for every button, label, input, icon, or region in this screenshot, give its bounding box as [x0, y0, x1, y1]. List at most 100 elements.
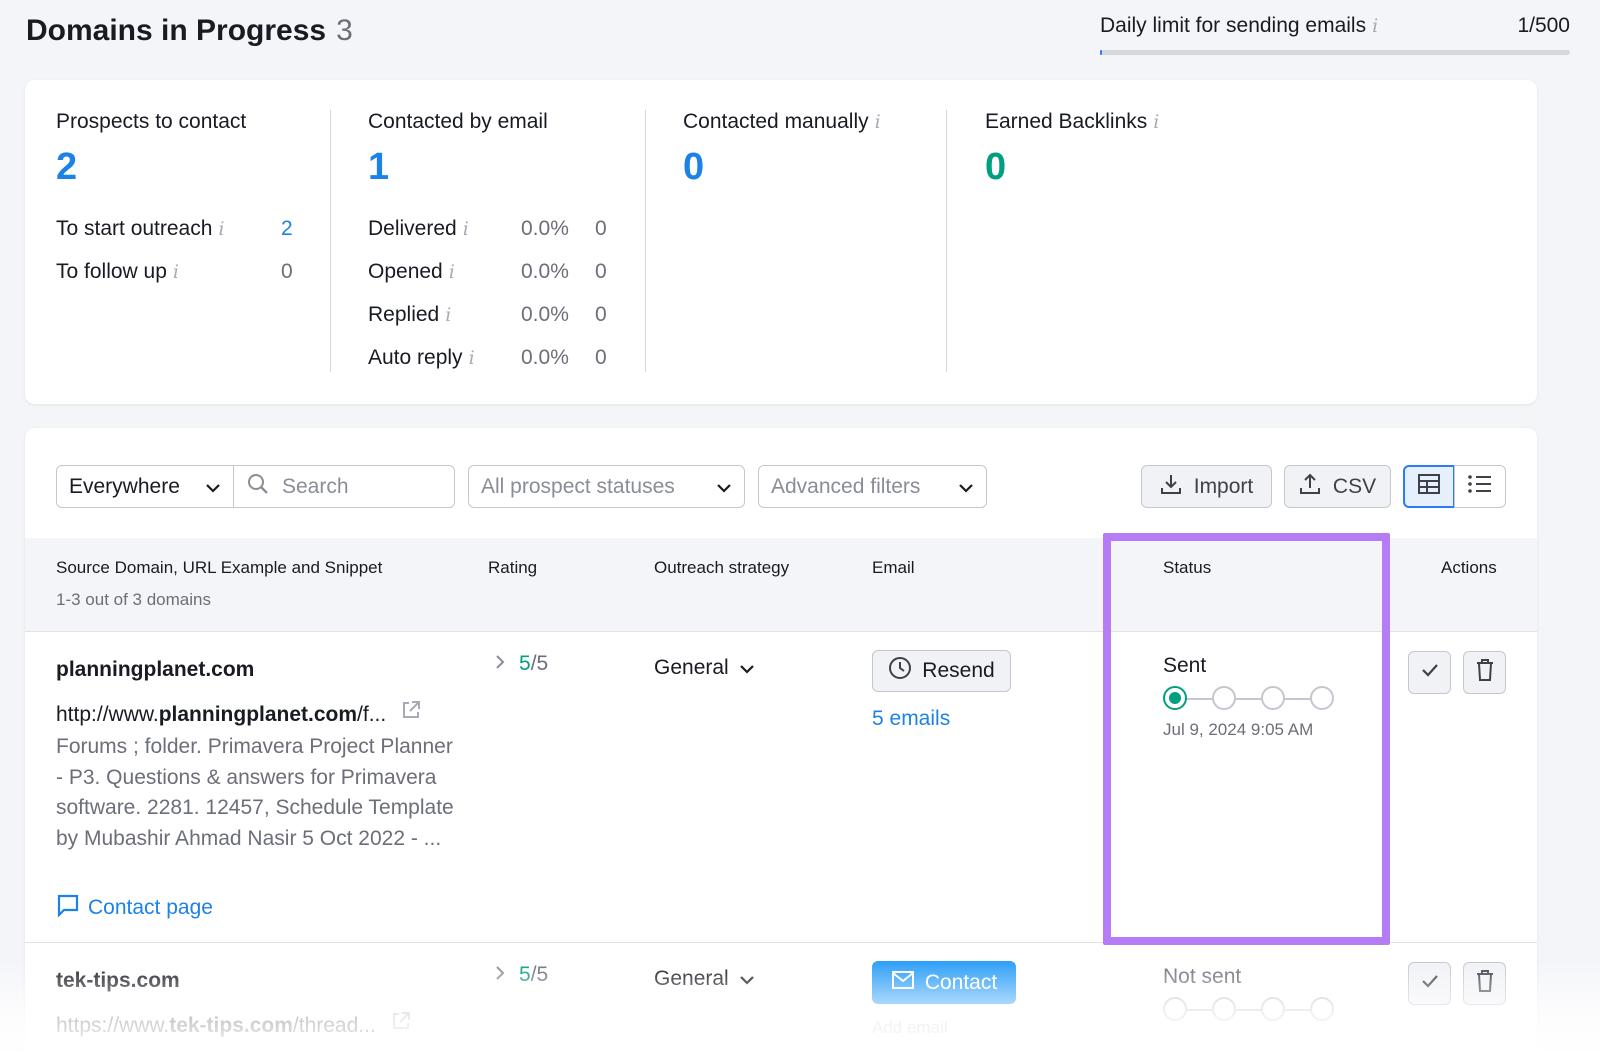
status-date: Jul 9, 2024 9:05 AM [1163, 720, 1314, 739]
search-input[interactable]: Search [233, 465, 455, 508]
scope-select[interactable]: Everywhere [56, 465, 234, 508]
stat-row-pct: 0.0% [521, 260, 569, 283]
contact-label: Contact [924, 970, 998, 994]
info-icon[interactable]: i [1153, 111, 1159, 133]
info-icon[interactable]: i [449, 261, 455, 283]
delete-button[interactable] [1463, 651, 1506, 694]
column-header-email[interactable]: Email [872, 558, 915, 578]
emails-link[interactable]: 5 emails [872, 707, 950, 731]
list-view-button[interactable] [1454, 465, 1506, 508]
strategy-select[interactable]: General [654, 656, 755, 680]
backlinks-stat: Earned Backlinks i 0 [985, 110, 1159, 189]
info-icon[interactable]: i [469, 347, 475, 369]
page-title-text: Domains in Progress [26, 14, 327, 47]
info-icon[interactable]: i [1372, 15, 1378, 37]
resend-label: Resend [922, 659, 995, 682]
prospects-stat: Prospects to contact 2 [56, 110, 246, 189]
rating-max: /5 [530, 963, 549, 986]
chevron-down-icon [205, 475, 221, 499]
email-stat-label: Contacted by email [368, 110, 548, 133]
rating-value: 5 [519, 963, 531, 986]
strategy-select[interactable]: General [654, 967, 755, 991]
stat-row-value: 0 [281, 260, 293, 283]
stat-row-opened: Opened i 0.0% 0 [368, 260, 618, 284]
status-progress-line [1173, 1009, 1323, 1011]
chevron-down-icon [739, 656, 755, 680]
domains-range: 1-3 out of 3 domains [56, 590, 211, 609]
import-label: Import [1193, 474, 1254, 498]
check-icon [1420, 973, 1440, 994]
row-domain[interactable]: planningplanet.com [56, 658, 254, 682]
chevron-right-icon[interactable] [495, 652, 505, 676]
status-filter-select[interactable]: All prospect statuses [468, 465, 745, 508]
prospects-table-card: Everywhere Search All prospect statuses … [25, 428, 1537, 1059]
stat-row-start-outreach: To start outreach i 2 [56, 217, 296, 241]
mail-icon [891, 970, 915, 996]
column-header-status[interactable]: Status [1163, 558, 1211, 578]
stat-row-value[interactable]: 2 [281, 217, 293, 241]
status-text: Sent [1163, 654, 1207, 677]
trash-icon [1475, 658, 1495, 687]
row-rating[interactable]: 5/5 [495, 963, 548, 987]
daily-limit-bar [1100, 50, 1570, 55]
divider [946, 110, 947, 372]
contact-page-link[interactable]: Contact page [56, 893, 213, 923]
info-icon[interactable]: i [463, 218, 469, 240]
mark-done-button[interactable] [1408, 962, 1451, 1005]
column-header-strategy[interactable]: Outreach strategy [654, 558, 789, 578]
info-icon[interactable]: i [875, 111, 881, 133]
column-header-actions: Actions [1441, 558, 1497, 577]
backlinks-stat-label: Earned Backlinks [985, 110, 1148, 133]
stat-row-auto-reply: Auto reply i 0.0% 0 [368, 346, 618, 370]
daily-limit-value: 1/500 [1517, 14, 1570, 37]
prospects-label: Prospects to contact [56, 110, 247, 133]
status-progress [1163, 997, 1339, 1023]
status-step-dot [1212, 686, 1236, 710]
email-stat-value[interactable]: 1 [368, 146, 548, 189]
strategy-value: General [654, 656, 729, 679]
domain-count: 3 [336, 14, 353, 47]
stat-row-follow-up: To follow up i 0 [56, 260, 296, 284]
row-rating[interactable]: 5/5 [495, 652, 548, 676]
table-view-button[interactable] [1403, 465, 1455, 508]
chevron-down-icon [739, 967, 755, 991]
stat-row-value: 0 [595, 303, 607, 326]
list-icon [1467, 473, 1493, 501]
external-link-icon[interactable] [390, 1012, 412, 1037]
contact-button[interactable]: Contact [872, 961, 1016, 1004]
delete-button[interactable] [1463, 962, 1506, 1005]
strategy-value: General [654, 967, 729, 990]
stat-row-label: To follow up [56, 260, 167, 283]
csv-export-button[interactable]: CSV [1284, 465, 1391, 508]
column-header-source[interactable]: Source Domain, URL Example and Snippet [56, 558, 382, 578]
resend-button[interactable]: Resend [872, 650, 1011, 692]
stat-row-pct: 0.0% [521, 346, 569, 369]
download-icon [1160, 473, 1182, 501]
add-email-link[interactable]: Add email [872, 1018, 948, 1038]
status-progress [1163, 686, 1339, 712]
stats-card: Prospects to contact 2 To start outreach… [25, 80, 1537, 404]
mark-done-button[interactable] [1408, 651, 1451, 694]
advanced-filters-select[interactable]: Advanced filters [758, 465, 987, 508]
manual-stat: Contacted manually i 0 [683, 110, 881, 189]
status-progress-line [1173, 698, 1323, 700]
backlinks-stat-label-row: Earned Backlinks i [985, 110, 1159, 134]
row-domain[interactable]: tek-tips.com [56, 969, 180, 993]
info-icon[interactable]: i [218, 218, 224, 240]
status-step-dot [1163, 997, 1187, 1021]
row-url-domain: tek-tips.com [169, 1014, 293, 1037]
import-button[interactable]: Import [1141, 465, 1272, 508]
chevron-right-icon[interactable] [495, 963, 505, 987]
status-filter-value: All prospect statuses [481, 474, 675, 498]
external-link-icon[interactable] [400, 701, 422, 726]
info-icon[interactable]: i [173, 261, 179, 283]
row-url[interactable]: https://www.tek-tips.com/thread... [56, 1010, 412, 1038]
row-url-prefix: https://www. [56, 1014, 170, 1037]
column-header-rating[interactable]: Rating [488, 558, 537, 578]
row-url[interactable]: http://www.planningplanet.com/f... [56, 699, 422, 727]
status-text: Not sent [1163, 965, 1242, 988]
csv-label: CSV [1332, 474, 1377, 498]
manual-stat-label-row: Contacted manually i [683, 110, 881, 134]
prospects-value[interactable]: 2 [56, 146, 246, 189]
info-icon[interactable]: i [445, 304, 451, 326]
